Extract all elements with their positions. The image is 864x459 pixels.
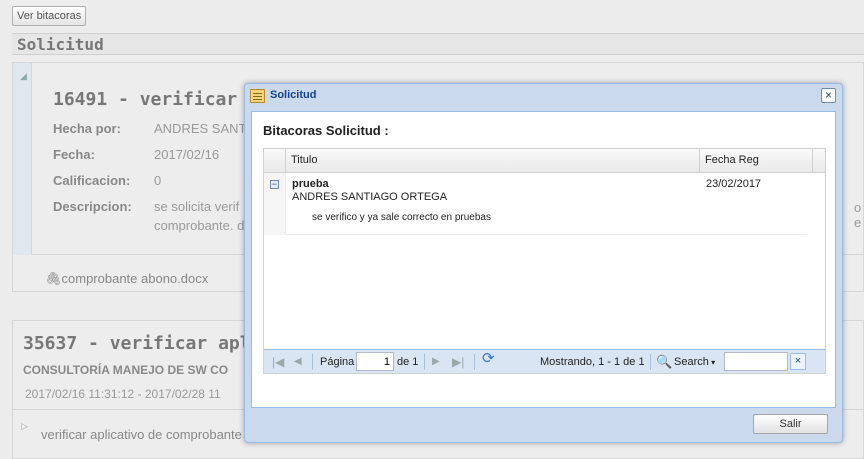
expander-column-header (264, 149, 286, 172)
hecha-por-value: ANDRES SANT (154, 121, 247, 136)
separator (312, 354, 313, 370)
bitacoras-grid: Titulo Fecha Reg − prueba ANDRES SANTIAG… (263, 148, 826, 374)
separator (424, 354, 425, 370)
fecha-value: 2017/02/16 (154, 147, 220, 162)
search-dropdown[interactable]: Search ▾ (674, 355, 715, 369)
paging-info: Mostrando, 1 - 1 de 1 (540, 356, 645, 368)
calificacion-row: Calificacion: 0 (53, 173, 161, 188)
expand-icon[interactable]: ▷ (21, 421, 28, 432)
collapse-strip[interactable] (13, 63, 31, 255)
window-body: Bitacoras Solicitud : Titulo Fecha Reg −… (251, 111, 836, 408)
collapse-row-icon[interactable]: − (270, 180, 279, 189)
window-header[interactable]: Solicitud × (245, 84, 842, 108)
fecha-label: Fecha: (53, 147, 95, 162)
company-name: CONSULTORÍA MANEJO DE SW CO (23, 363, 229, 377)
hecha-por-row: Hecha por: ANDRES SANT (53, 121, 246, 136)
window-title: Solicitud (270, 89, 317, 101)
separator (474, 354, 475, 370)
page-label: Página (320, 356, 355, 368)
paperclip-icon: 🖇 (45, 271, 62, 286)
solicitud-window: Solicitud × Bitacoras Solicitud : Titulo… (244, 83, 843, 443)
descripcion-tail: o e (854, 200, 862, 230)
window-app-icon (250, 89, 265, 103)
first-page-icon[interactable]: |◀ (272, 355, 284, 369)
calificacion-value: 0 (154, 173, 162, 188)
fecha-row: Fecha: 2017/02/16 (53, 147, 219, 162)
refresh-icon[interactable]: ⟳ (482, 351, 495, 366)
descripcion-line2: comprobante. d (154, 218, 245, 233)
salir-button[interactable]: Salir (753, 414, 828, 434)
ticket-detail: verificar aplicativo de comprobante (41, 427, 242, 442)
ticket-dates: 2017/02/16 11:31:12 - 2017/02/28 11 (25, 387, 221, 401)
attachment-link[interactable]: 🖇comprobante abono.docx (45, 271, 208, 287)
row-detail: se verifico y ya sale correcto en prueba… (312, 212, 491, 223)
search-input[interactable] (724, 352, 788, 371)
row-title: prueba (292, 178, 329, 190)
column-header-fecha[interactable]: Fecha Reg (700, 149, 813, 172)
page-number-input[interactable] (356, 352, 394, 371)
descripcion-value: se solicita verif (154, 199, 240, 214)
paging-toolbar: |◀ ◀ Página de 1 ▶ ▶| ⟳ Mostrando, 1 - 1… (264, 349, 825, 373)
table-row[interactable]: − prueba ANDRES SANTIAGO ORTEGA 23/02/20… (264, 173, 807, 235)
separator (650, 354, 651, 370)
grid-header: Titulo Fecha Reg (264, 149, 825, 173)
ver-bitacoras-button[interactable]: Ver bitacoras (12, 6, 87, 26)
descripcion-row: Descripcion: se solicita verif (53, 199, 239, 214)
row-user: ANDRES SANTIAGO ORTEGA (292, 191, 448, 203)
collapse-icon[interactable]: ◢ (20, 71, 27, 82)
row-date: 23/02/2017 (706, 178, 762, 190)
next-page-icon[interactable]: ▶ (432, 355, 440, 369)
calificacion-label: Calificacion: (53, 173, 131, 188)
last-page-icon[interactable]: ▶| (452, 355, 464, 369)
search-icon[interactable]: 🔍 (656, 355, 672, 369)
column-header-titulo[interactable]: Titulo (286, 149, 700, 172)
clear-search-icon[interactable]: × (790, 353, 806, 370)
prev-page-icon[interactable]: ◀ (294, 355, 302, 369)
descripcion-label: Descripcion: (53, 199, 132, 214)
hecha-por-label: Hecha por: (53, 121, 121, 136)
search-label: Search (674, 356, 709, 368)
panel-title: Solicitud (12, 33, 864, 55)
close-icon[interactable]: × (821, 88, 836, 103)
page-count-label: de 1 (397, 356, 419, 368)
section-title: Bitacoras Solicitud : (263, 123, 389, 138)
chevron-down-icon: ▾ (708, 358, 716, 367)
attachment-name[interactable]: comprobante abono.docx (62, 271, 209, 286)
